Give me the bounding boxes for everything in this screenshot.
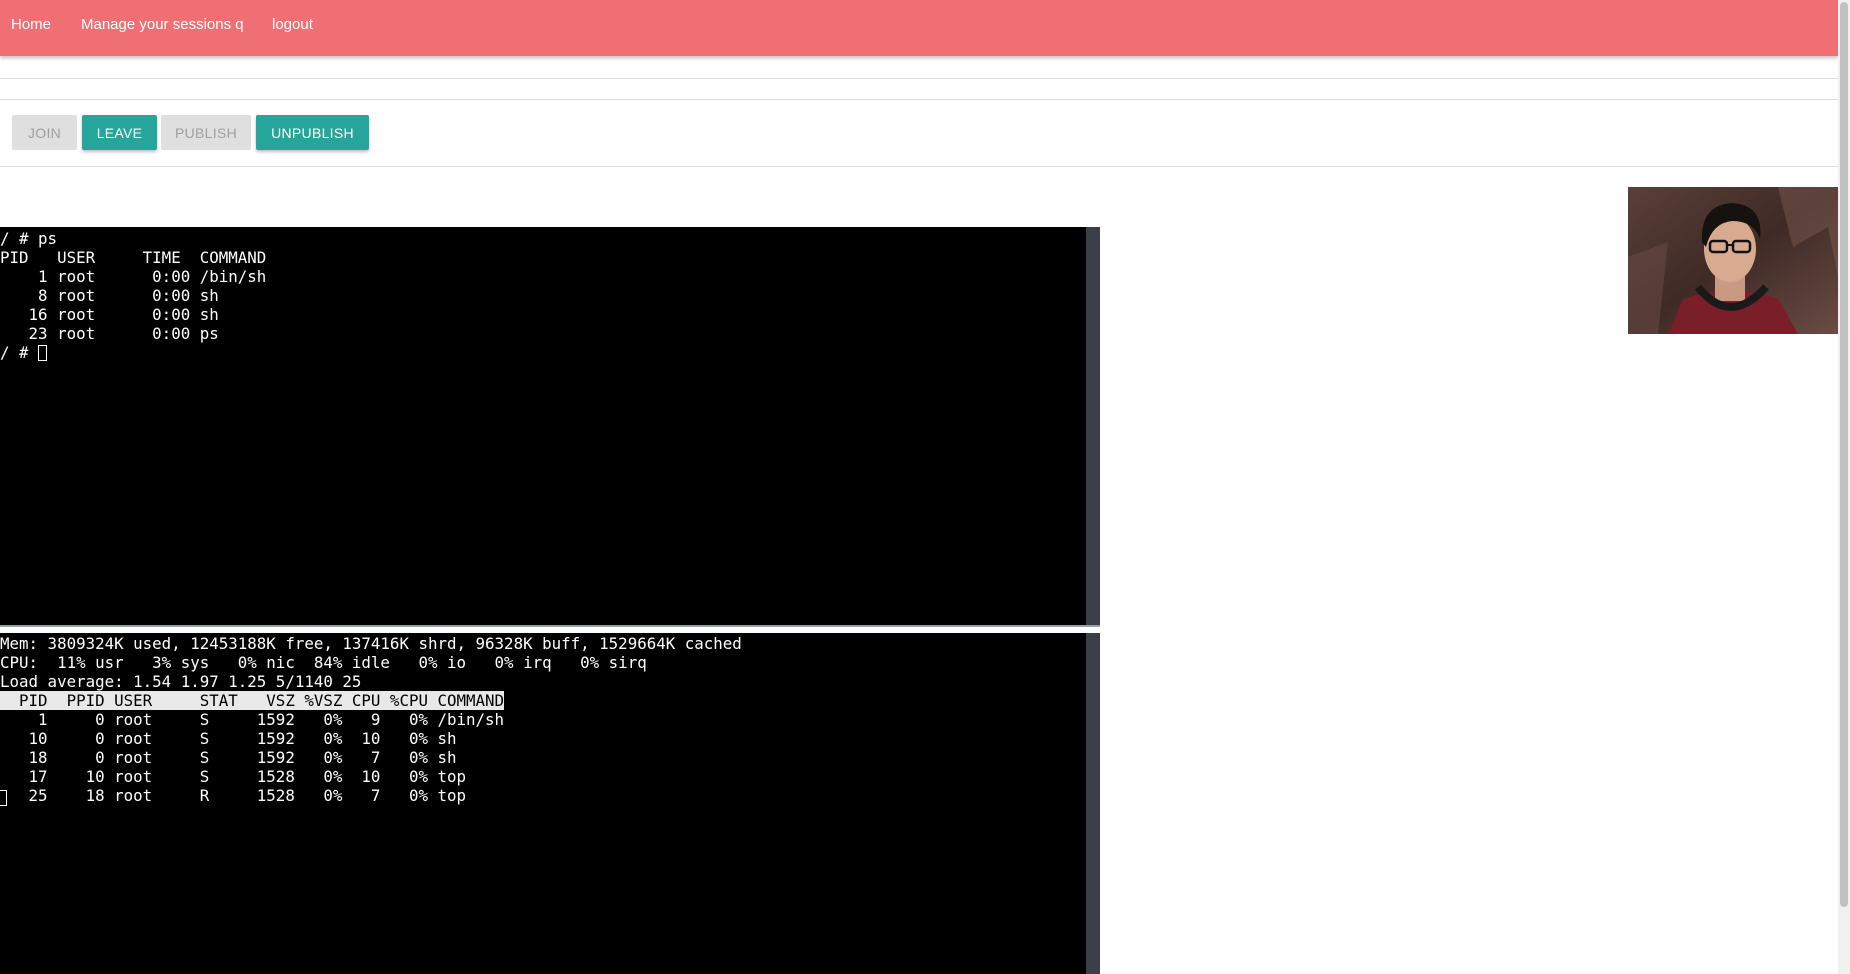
terminal-line: PID USER TIME COMMAND (0, 248, 267, 267)
top-process-row: 10 0 root S 1592 0% 10 0% sh (0, 729, 457, 748)
nav-manage-sessions-link[interactable]: Manage your sessions q (81, 16, 244, 34)
divider (0, 78, 1838, 79)
join-button[interactable]: JOIN (12, 115, 77, 150)
terminal-scrollbar[interactable] (1086, 633, 1100, 974)
terminal-cursor (38, 345, 48, 361)
terminal-prompt: / # (0, 343, 39, 362)
divider (0, 166, 1838, 167)
terminal-line: 23 root 0:00 ps (0, 324, 219, 343)
top-process-row: 18 0 root S 1592 0% 7 0% sh (0, 748, 457, 767)
top-process-row: 1 0 root S 1592 0% 9 0% /bin/sh (0, 710, 505, 729)
top-navbar: Home Manage your sessions q logout (0, 0, 1838, 56)
page-scrollbar[interactable] (1838, 0, 1850, 974)
webcam-video (1628, 187, 1838, 334)
terminal-line: 1 root 0:00 /bin/sh (0, 267, 267, 286)
terminal-cursor (0, 790, 7, 806)
webcam-person-image (1628, 187, 1838, 334)
publish-button[interactable]: PUBLISH (161, 115, 251, 150)
top-process-row: 25 18 root R 1528 0% 7 0% top (0, 786, 467, 805)
terminal-line: 16 root 0:00 sh (0, 305, 219, 324)
nav-logout-link[interactable]: logout (272, 16, 313, 34)
terminal-scrollbar[interactable] (1086, 227, 1100, 627)
top-load-line: Load average: 1.54 1.97 1.25 5/1140 25 (0, 672, 362, 691)
nav-home-link[interactable]: Home (11, 16, 51, 34)
top-process-row: 17 10 root S 1528 0% 10 0% top (0, 767, 467, 786)
top-cpu-line: CPU: 11% usr 3% sys 0% nic 84% idle 0% i… (0, 653, 647, 672)
terminal-prompt-line: / # (0, 343, 48, 362)
terminal-top[interactable]: Mem: 3809324K used, 12453188K free, 1374… (0, 633, 1100, 974)
unpublish-button[interactable]: UNPUBLISH (256, 115, 369, 150)
divider (0, 99, 1838, 100)
terminal-ps[interactable]: / # ps PID USER TIME COMMAND 1 root 0:00… (0, 227, 1100, 627)
terminal-line: / # ps (0, 229, 58, 248)
top-mem-line: Mem: 3809324K used, 12453188K free, 1374… (0, 634, 742, 653)
page-scrollbar-thumb[interactable] (1840, 2, 1848, 907)
terminal-line: 8 root 0:00 sh (0, 286, 219, 305)
top-header-line: PID PPID USER STAT VSZ %VSZ CPU %CPU COM… (0, 691, 505, 710)
terminal-border (0, 625, 1100, 627)
leave-button[interactable]: LEAVE (82, 115, 157, 150)
